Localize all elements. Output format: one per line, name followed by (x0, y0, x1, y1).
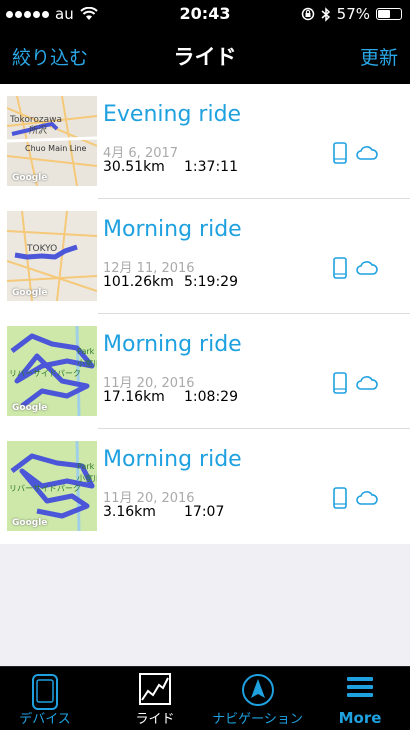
sync-status (333, 487, 379, 509)
ride-duration: 17:07 (184, 504, 225, 520)
cloud-icon (356, 261, 378, 275)
phone-icon (333, 372, 347, 394)
map-label: 小室川 (77, 473, 97, 483)
phone-icon (333, 257, 347, 279)
cloud-icon (356, 146, 378, 160)
map-label: Park (77, 462, 95, 471)
cloud-icon (356, 376, 378, 390)
ride-row[interactable]: TOKYO Google Morning ride 12月 11, 2016 1… (0, 199, 410, 314)
ride-row[interactable]: Park 小室川 リバーサイドパーク Google Morning ride 1… (0, 314, 410, 429)
sync-status (333, 257, 379, 279)
battery-icon (376, 8, 402, 20)
ride-map-thumbnail: Park 小室川 リバーサイドパーク Google (7, 441, 97, 531)
navigation-bar: 絞り込む ライド 更新 (0, 28, 410, 84)
ride-title: Morning ride (103, 332, 242, 357)
tab-rides[interactable]: ライド (110, 667, 200, 730)
map-label: 小室川 (77, 358, 97, 368)
ride-title: Evening ride (103, 102, 242, 127)
tab-label: ナビゲーション (212, 712, 303, 727)
map-label: リバーサイドパーク (9, 484, 81, 493)
ride-duration: 1:08:29 (184, 389, 238, 405)
map-label: Park (77, 347, 95, 356)
ride-map-thumbnail: TOKYO Google (7, 211, 97, 301)
sync-status (333, 142, 379, 164)
ride-map-thumbnail: Tokorozawa 所沢 Chuo Main Line Google (7, 96, 97, 186)
ride-row[interactable]: Park 小室川 リバーサイドパーク Google Morning ride 1… (0, 429, 410, 544)
refresh-button[interactable]: 更新 (360, 43, 398, 70)
map-label: リバーサイドパーク (9, 369, 81, 378)
battery-percent: 57% (336, 5, 370, 23)
ride-title: Morning ride (103, 447, 242, 472)
phone-icon (333, 487, 347, 509)
google-logo: Google (12, 173, 48, 183)
tab-navigation[interactable]: ナビゲーション (205, 667, 310, 730)
ride-list[interactable]: Tokorozawa 所沢 Chuo Main Line Google Even… (0, 84, 410, 666)
tab-label: ライド (135, 712, 175, 727)
menu-icon (347, 677, 373, 697)
ride-distance: 17.16km (103, 389, 165, 405)
status-bar: au 20:43 57% (0, 0, 410, 28)
map-label: Tokorozawa (9, 115, 62, 125)
ride-row[interactable]: Tokorozawa 所沢 Chuo Main Line Google Even… (0, 84, 410, 199)
phone-icon (333, 142, 347, 164)
tab-label: More (338, 709, 382, 727)
map-label: Chuo Main Line (25, 144, 87, 153)
ride-title: Morning ride (103, 217, 242, 242)
tab-more[interactable]: More (315, 667, 405, 730)
ride-duration: 1:37:11 (184, 159, 238, 175)
map-label: 所沢 (29, 124, 47, 136)
google-logo: Google (12, 518, 48, 528)
ride-distance: 30.51km (103, 159, 165, 175)
ride-distance: 3.16km (103, 504, 156, 520)
map-label: TOKYO (26, 244, 57, 254)
ride-chart-icon (139, 673, 171, 705)
ride-duration: 5:19:29 (184, 274, 238, 290)
google-logo: Google (12, 403, 48, 413)
bluetooth-icon (321, 6, 330, 22)
cloud-icon (356, 491, 378, 505)
ride-distance: 101.26km (103, 274, 174, 290)
device-icon (32, 674, 58, 710)
status-right: 57% (301, 5, 402, 23)
tab-bar: デバイス ライド ナビゲーション More (0, 666, 410, 730)
filter-button[interactable]: 絞り込む (12, 43, 88, 70)
sync-status (333, 372, 379, 394)
ride-map-thumbnail: Park 小室川 リバーサイドパーク Google (7, 326, 97, 416)
tab-label: デバイス (19, 712, 71, 727)
tab-devices[interactable]: デバイス (0, 667, 90, 730)
orientation-lock-icon (301, 7, 314, 21)
navigation-icon (241, 674, 274, 706)
google-logo: Google (12, 288, 48, 298)
